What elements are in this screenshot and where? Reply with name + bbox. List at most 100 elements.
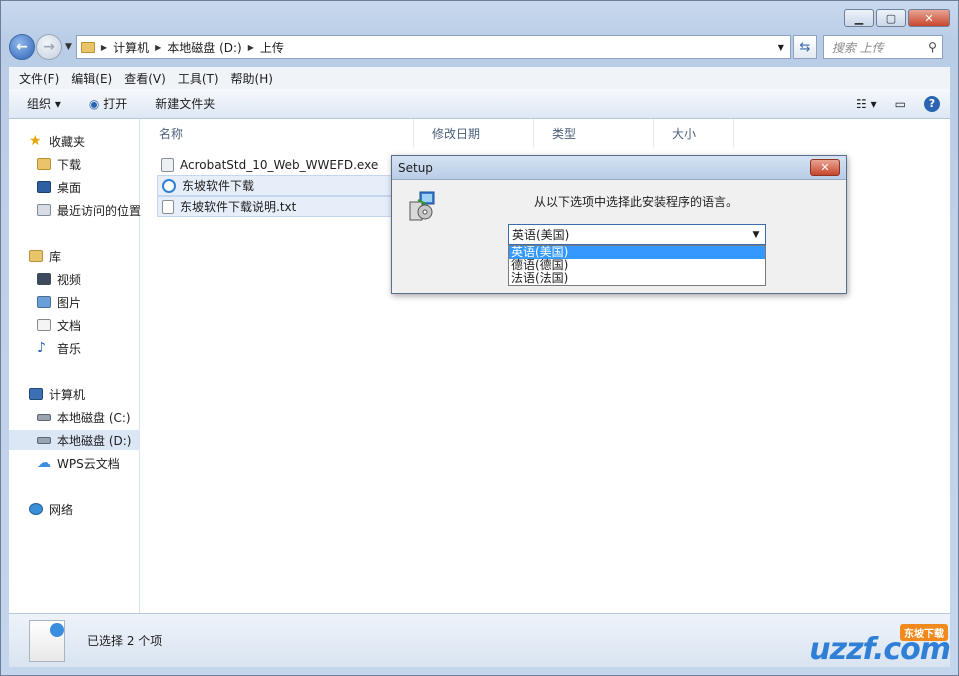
search-placeholder: 搜索 上传	[831, 40, 884, 55]
column-type-label: 类型	[552, 126, 577, 141]
star-icon: ★	[29, 133, 42, 149]
library-icon	[29, 250, 43, 262]
ie-link-icon	[162, 178, 176, 193]
open-label: 打开	[103, 97, 128, 111]
search-box[interactable]: 搜索 上传 ⚲	[822, 35, 943, 59]
open-button[interactable]: ◉ 打开	[89, 95, 127, 112]
sidebar-computer[interactable]: 计算机	[29, 384, 85, 404]
menu-tools[interactable]: 工具(T)	[178, 70, 219, 87]
new-folder-button[interactable]: 新建文件夹	[155, 95, 215, 112]
sidebar-network-label: 网络	[49, 502, 74, 517]
breadcrumb-separator-icon[interactable]: ▶	[248, 43, 254, 52]
recent-places-icon	[37, 204, 51, 216]
view-options-icon[interactable]: ☷ ▾	[856, 97, 877, 111]
chevron-down-icon[interactable]: ▼	[747, 230, 765, 240]
chevron-down-icon: ▾	[54, 97, 61, 111]
organize-label: 组织	[27, 97, 52, 111]
maximize-button[interactable]: ▢	[876, 9, 906, 27]
sidebar-item-downloads[interactable]: 下载	[37, 154, 81, 174]
sidebar-item-pictures[interactable]: 图片	[37, 292, 81, 312]
close-button[interactable]: ✕	[908, 9, 950, 27]
sidebar-network[interactable]: 网络	[29, 499, 73, 519]
address-bar[interactable]: ▶ 计算机 ▶ 本地磁盘 (D:) ▶ 上传 ▼	[75, 35, 791, 59]
navigation-row: ← → ▼ ▶ 计算机 ▶ 本地磁盘 (D:) ▶ 上传 ▼ ⇆ 搜索 上传 ⚲	[9, 33, 950, 61]
dialog-close-button[interactable]: ✕	[810, 159, 840, 176]
network-icon	[29, 503, 43, 515]
text-file-icon	[162, 199, 174, 214]
sidebar-item-music[interactable]: ♪ 音乐	[37, 338, 81, 358]
close-icon: ✕	[820, 161, 830, 174]
column-size[interactable]: 大小	[654, 119, 734, 147]
preview-pane-icon[interactable]: ▭	[895, 97, 906, 111]
language-option-french[interactable]: 法语(法国)	[509, 272, 765, 285]
search-icon[interactable]: ⚲	[928, 40, 937, 54]
file-name: 东坡软件下载说明.txt	[180, 200, 297, 214]
sidebar-item-label: 图片	[57, 295, 82, 310]
file-row-selected[interactable]: 东坡软件下载说明.txt	[157, 196, 393, 217]
recent-pages-dropdown[interactable]: ▼	[65, 42, 72, 52]
sidebar-computer-label: 计算机	[49, 387, 86, 402]
sidebar-item-videos[interactable]: 视频	[37, 269, 81, 289]
back-button[interactable]: ←	[9, 34, 35, 60]
sidebar-item-label: 本地磁盘 (D:)	[57, 433, 132, 448]
sidebar-item-label: 文档	[57, 318, 82, 333]
drive-icon	[37, 436, 51, 444]
sidebar-item-desktop[interactable]: 桌面	[37, 177, 81, 197]
refresh-button[interactable]: ⇆	[792, 35, 817, 59]
sidebar-item-label: 桌面	[57, 180, 82, 195]
column-size-label: 大小	[672, 126, 697, 141]
forward-arrow-icon: →	[43, 39, 55, 55]
breadcrumb-drive-d[interactable]: 本地磁盘 (D:)	[167, 39, 241, 56]
drive-icon	[37, 413, 51, 421]
file-row-selected[interactable]: 东坡软件下载	[157, 175, 393, 196]
sidebar-item-drive-c[interactable]: 本地磁盘 (C:)	[37, 407, 131, 427]
desktop-icon	[37, 181, 51, 193]
menu-file[interactable]: 文件(F)	[19, 70, 59, 87]
organize-button[interactable]: 组织 ▾	[27, 95, 61, 112]
breadcrumb-upload[interactable]: 上传	[260, 39, 284, 56]
exe-icon	[161, 157, 174, 172]
dialog-title-bar[interactable]: Setup	[392, 156, 846, 180]
sidebar-item-documents[interactable]: 文档	[37, 315, 81, 335]
explorer-window: ▁ ▢ ✕ ← → ▼ ▶ 计算机 ▶ 本地磁盘 (D:) ▶ 上传 ▼ ⇆ 搜…	[0, 0, 959, 676]
forward-button[interactable]: →	[36, 34, 62, 60]
column-type[interactable]: 类型	[534, 119, 654, 147]
sidebar-item-wps-cloud[interactable]: ☁ WPS云文档	[37, 453, 120, 473]
column-name[interactable]: 名称	[141, 119, 414, 147]
setup-dialog: Setup ✕ 从以下选项中选择此安装程序的语言。 英语(美国) ▼ 英语(美国…	[391, 155, 847, 294]
column-headers: 名称 修改日期 类型 大小	[141, 119, 950, 147]
sidebar-item-label: WPS云文档	[57, 456, 120, 471]
breadcrumb-separator-icon[interactable]: ▶	[101, 43, 107, 52]
dialog-title: Setup	[398, 160, 433, 175]
file-row[interactable]: AcrobatStd_10_Web_WWEFD.exe	[157, 154, 378, 175]
sidebar-item-label: 音乐	[57, 341, 82, 356]
help-icon[interactable]: ?	[924, 95, 940, 112]
sidebar-favorites-label: 收藏夹	[49, 134, 86, 149]
breadcrumb-separator-icon[interactable]: ▶	[155, 43, 161, 52]
column-date-label: 修改日期	[432, 126, 481, 141]
command-bar: 组织 ▾ ◉ 打开 新建文件夹 ☷ ▾ ▭ ?	[9, 89, 950, 119]
sidebar-item-drive-d[interactable]: 本地磁盘 (D:)	[9, 430, 140, 450]
watermark-badge: 东坡下载	[900, 624, 948, 641]
open-icon: ◉	[88, 97, 100, 111]
breadcrumb-computer[interactable]: 计算机	[113, 39, 149, 56]
menu-bar: 文件(F) 编辑(E) 查看(V) 工具(T) 帮助(H)	[9, 67, 950, 89]
language-select[interactable]: 英语(美国) ▼	[508, 224, 766, 245]
file-name: 东坡软件下载	[182, 179, 255, 193]
address-dropdown-icon[interactable]: ▼	[778, 43, 784, 52]
sidebar-item-recent[interactable]: 最近访问的位置	[37, 200, 141, 220]
status-text: 已选择 2 个项	[87, 634, 163, 648]
cloud-icon: ☁	[37, 455, 51, 471]
menu-help[interactable]: 帮助(H)	[231, 70, 273, 87]
sidebar-libraries-label: 库	[49, 249, 62, 264]
sidebar-libraries[interactable]: 库	[29, 246, 61, 266]
sidebar-favorites[interactable]: ★ 收藏夹	[29, 131, 85, 151]
column-date-modified[interactable]: 修改日期	[414, 119, 534, 147]
menu-view[interactable]: 查看(V)	[124, 70, 166, 87]
file-name: AcrobatStd_10_Web_WWEFD.exe	[180, 157, 379, 172]
language-dropdown-list: 英语(美国) 德语(德国) 法语(法国)	[508, 245, 766, 286]
back-arrow-icon: ←	[16, 39, 28, 55]
minimize-button[interactable]: ▁	[844, 9, 874, 27]
sidebar-item-label: 下载	[57, 157, 82, 172]
menu-edit[interactable]: 编辑(E)	[71, 70, 112, 87]
